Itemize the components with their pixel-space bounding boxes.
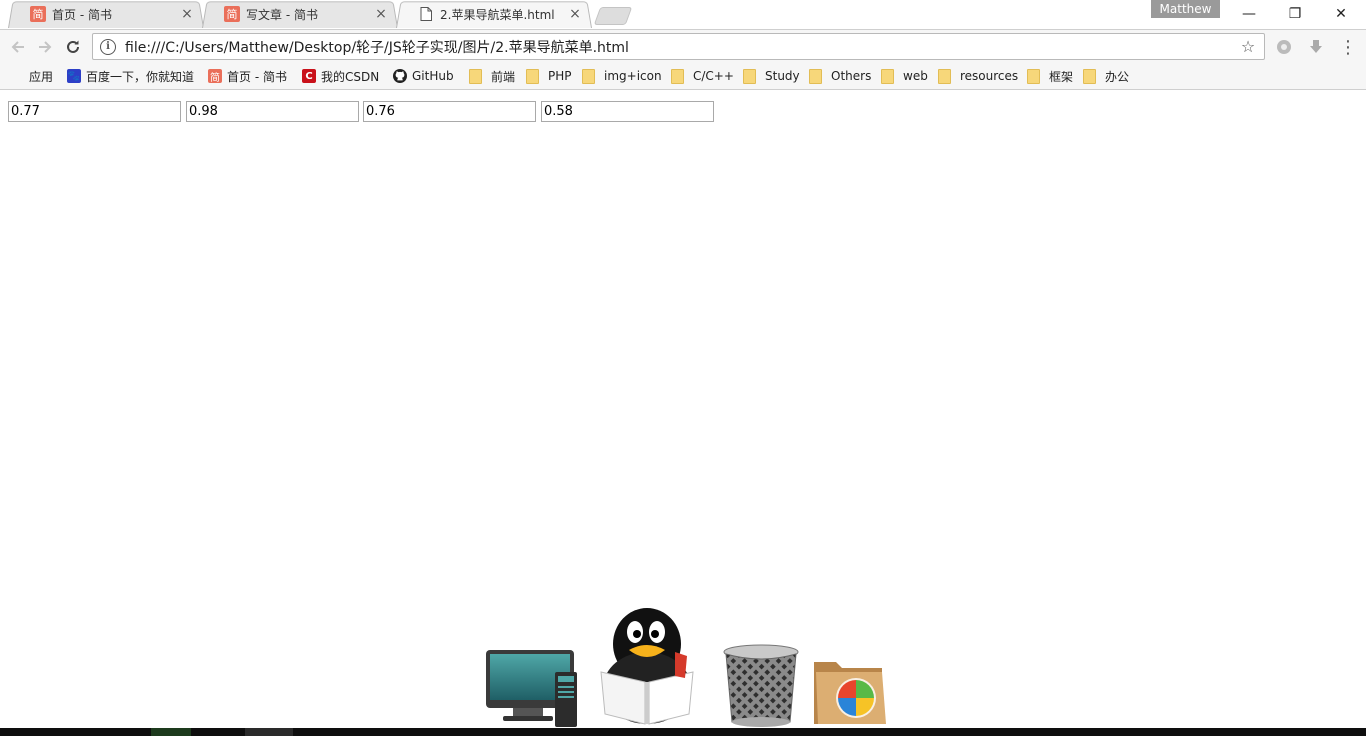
bookmark-folder-frameworks[interactable]: 框架	[1027, 67, 1073, 85]
tab-title: 写文章 - 简书	[246, 7, 318, 22]
forward-button[interactable]	[34, 36, 56, 58]
bookmark-label: C/C++	[693, 69, 734, 83]
folder-icon	[671, 68, 684, 84]
folder-icon	[582, 68, 595, 84]
folder-icon	[1027, 68, 1040, 84]
close-icon[interactable]: ×	[568, 7, 582, 21]
bookmark-folder-php[interactable]: PHP	[526, 67, 572, 85]
bookmarks-bar: 应用 🐾 百度一下，你就知道 简 首页 - 简书 C 我的CSDN GitHub…	[0, 63, 1366, 90]
folder-icon	[1083, 68, 1096, 84]
minimize-button[interactable]: —	[1226, 0, 1272, 28]
close-icon[interactable]: ×	[374, 7, 388, 21]
restore-button[interactable]: ❐	[1272, 0, 1318, 28]
info-icon[interactable]: i	[100, 38, 116, 55]
jianshu-icon: 简	[208, 69, 222, 84]
tab-strip: 简 首页 - 简书 × 简 写文章 - 简书 × 2.苹果导航菜单.html ×…	[0, 0, 1366, 29]
bookmark-label: 框架	[1049, 69, 1074, 84]
address-bar[interactable]: i ☆	[92, 33, 1265, 60]
bookmark-label: 前端	[491, 69, 516, 84]
value-input-4[interactable]	[541, 101, 714, 122]
arrow-right-icon	[39, 41, 52, 53]
star-icon[interactable]: ☆	[1238, 37, 1258, 56]
bookmark-label: 百度一下，你就知道	[86, 69, 195, 84]
extension-icon[interactable]	[1273, 36, 1295, 58]
trash-icon[interactable]	[722, 644, 800, 728]
bookmark-folder-web[interactable]: web	[881, 67, 928, 85]
bookmark-folder-img-icon[interactable]: img+icon	[582, 67, 662, 85]
back-button[interactable]	[7, 36, 29, 58]
bookmark-csdn[interactable]: C 我的CSDN	[302, 67, 379, 85]
qq-penguin-icon[interactable]	[597, 606, 695, 728]
bookmark-folder-office[interactable]: 办公	[1083, 67, 1129, 85]
bookmark-folder-cpp[interactable]: C/C++	[671, 67, 734, 85]
value-input-2[interactable]	[186, 101, 359, 122]
github-icon	[393, 69, 407, 83]
tab-title: 首页 - 简书	[52, 7, 112, 22]
bookmark-label: 应用	[29, 69, 54, 84]
bookmark-github[interactable]: GitHub	[393, 67, 454, 85]
tab-jianshu-home[interactable]: 简 首页 - 简书 ×	[8, 0, 204, 29]
url-input[interactable]	[123, 37, 1238, 56]
csdn-icon: C	[302, 69, 316, 83]
bookmark-apps[interactable]: 应用	[10, 67, 53, 85]
os-taskbar	[0, 728, 1366, 736]
baidu-icon: 🐾	[67, 69, 81, 83]
bookmark-folder-resources[interactable]: resources	[938, 67, 1018, 85]
bookmark-folder-others[interactable]: Others	[809, 67, 871, 85]
bookmark-jianshu[interactable]: 简 首页 - 简书	[208, 67, 287, 85]
profile-button[interactable]: Matthew	[1151, 0, 1220, 18]
computer-icon[interactable]	[485, 648, 577, 728]
tab-title: 2.苹果导航菜单.html	[440, 7, 555, 22]
close-icon[interactable]: ×	[180, 7, 194, 21]
tab-active-html[interactable]: 2.苹果导航菜单.html ×	[396, 0, 592, 29]
apps-grid-icon	[10, 69, 24, 83]
taskbar-app[interactable]	[151, 728, 191, 736]
bookmark-label: web	[903, 69, 928, 83]
folder-icon	[809, 68, 822, 84]
reload-button[interactable]	[62, 36, 84, 58]
bookmark-baidu[interactable]: 🐾 百度一下，你就知道	[67, 67, 194, 85]
value-input-1[interactable]	[8, 101, 181, 122]
bookmark-label: 我的CSDN	[321, 69, 380, 84]
bookmark-label: 办公	[1105, 69, 1130, 84]
bookmark-label: PHP	[548, 69, 572, 83]
close-window-button[interactable]: ✕	[1318, 0, 1364, 28]
folder-icon	[938, 68, 951, 84]
folder-icon	[526, 68, 539, 84]
bookmark-label: Others	[831, 69, 872, 83]
reload-icon	[67, 40, 79, 53]
toolbar: i ☆ ⋮	[0, 29, 1366, 64]
arrow-left-icon	[11, 41, 24, 53]
menu-kebab-icon[interactable]: ⋮	[1337, 36, 1359, 58]
folder-icon	[743, 68, 756, 84]
bookmark-folder-study[interactable]: Study	[743, 67, 800, 85]
bookmark-folder-frontend[interactable]: 前端	[469, 67, 515, 85]
bookmark-label: resources	[960, 69, 1019, 83]
document-icon	[418, 6, 434, 22]
folder-icon	[469, 68, 482, 84]
bookmark-label: img+icon	[604, 69, 662, 83]
taskbar-app[interactable]	[245, 728, 293, 736]
bookmark-label: 首页 - 简书	[227, 69, 287, 84]
new-tab-button[interactable]	[593, 7, 633, 25]
folder-icon	[881, 68, 894, 84]
jianshu-icon: 简	[30, 6, 46, 22]
windows-folder-icon[interactable]	[812, 656, 888, 728]
download-icon[interactable]	[1305, 36, 1327, 58]
jianshu-icon: 简	[224, 6, 240, 22]
bookmark-label: Study	[765, 69, 800, 83]
bookmark-label: GitHub	[412, 69, 454, 83]
tab-jianshu-write[interactable]: 简 写文章 - 简书 ×	[202, 0, 398, 29]
value-input-3[interactable]	[363, 101, 536, 122]
dock-menu	[480, 598, 900, 728]
